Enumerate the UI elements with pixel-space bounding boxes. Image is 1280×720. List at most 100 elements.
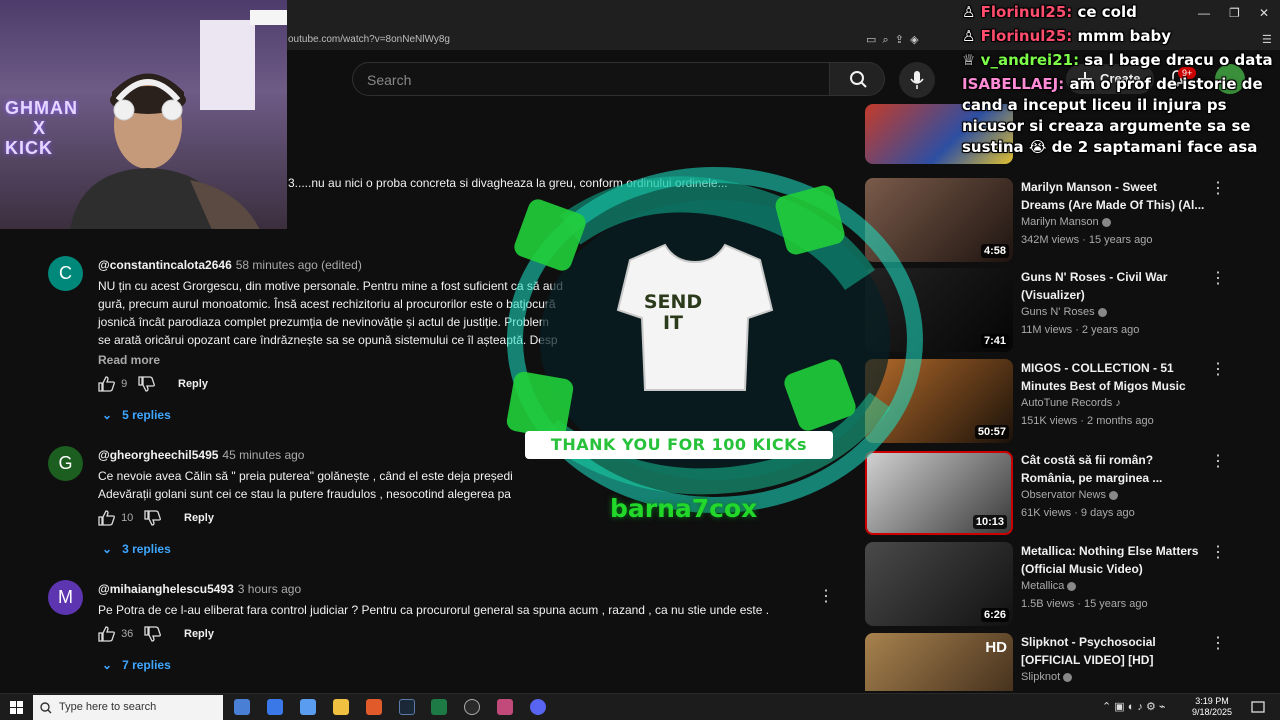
like-icon[interactable] (98, 376, 116, 392)
excel-icon[interactable] (431, 699, 447, 715)
like-count: 9 (121, 377, 128, 390)
video-meta: 151K views · 2 months ago (1021, 415, 1154, 427)
channel-name[interactable]: Metallica (1021, 580, 1077, 592)
reply-button[interactable]: Reply (184, 512, 214, 524)
like-count: 36 (121, 627, 134, 640)
user-icon: ♙ (962, 27, 981, 45)
channel-label: Metallica (1021, 580, 1065, 592)
avatar-initial: M (58, 587, 73, 607)
comment-time[interactable]: 58 minutes ago (edited) (236, 258, 362, 272)
search-button[interactable] (829, 62, 885, 96)
taskbar-clock[interactable]: 3:19 PM 9/18/2025 (1192, 696, 1232, 718)
recommended-video[interactable]: 6:26 Metallica: Nothing Else Matters (Off… (865, 542, 1270, 626)
comment-time[interactable]: 45 minutes ago (222, 448, 304, 462)
user-icon: ♙ (962, 3, 981, 21)
chat-message: ♙ Florinul25: mmm baby (962, 26, 1274, 47)
video-menu-icon[interactable]: ⋮ (1210, 178, 1226, 198)
view-replies-button[interactable]: ⌄ 3 replies (102, 542, 171, 556)
chevron-down-icon: ⌄ (102, 408, 123, 422)
video-thumbnail[interactable]: HD (865, 633, 1013, 691)
chat-message: ♕ v_andrei21: sa l bage dracu o data (962, 50, 1274, 71)
comment-avatar[interactable]: M (48, 580, 83, 615)
video-title[interactable]: Guns N' Roses - Civil War (Visualizer) (1021, 268, 1221, 304)
channel-name[interactable]: Observator News (1021, 489, 1118, 501)
video-duration: 10:13 (972, 515, 1007, 529)
video-menu-icon[interactable]: ⋮ (1210, 633, 1226, 653)
system-tray-icons[interactable]: ⌃ ▣ ◐ ♪ ⚙ ⌁ (1102, 700, 1166, 713)
search-icon (850, 71, 867, 88)
voice-search-button[interactable] (899, 62, 935, 98)
video-menu-icon[interactable]: ⋮ (1210, 359, 1226, 379)
dislike-icon[interactable] (144, 626, 162, 642)
verified-icon (1067, 581, 1077, 591)
browser-icon[interactable] (366, 699, 382, 715)
file-explorer-icon[interactable] (333, 699, 349, 715)
comment-menu-icon[interactable]: ⋮ (818, 586, 834, 606)
channel-name[interactable]: AutoTune Records ♪ (1021, 397, 1121, 409)
comment-avatar[interactable]: C (48, 256, 83, 291)
crown-icon: ♕ (962, 51, 981, 69)
title-line: Guns N' Roses - Civil War (1021, 270, 1168, 284)
notification-center-icon[interactable] (1251, 701, 1265, 714)
video-menu-icon[interactable]: ⋮ (1210, 542, 1226, 562)
video-menu-icon[interactable]: ⋮ (1210, 268, 1226, 288)
discord-icon[interactable] (530, 699, 546, 715)
dislike-icon[interactable] (138, 376, 156, 392)
video-title[interactable]: Marilyn Manson - Sweet Dreams (Are Made O… (1021, 178, 1221, 214)
chat-text: ce cold (1072, 3, 1137, 21)
like-icon[interactable] (98, 626, 116, 642)
screen: outube.com/watch?v=8onNeNlWy8g ▭ ⌕ ⇪ ◈ —… (0, 0, 1280, 720)
video-meta: 61K views · 9 days ago (1021, 507, 1135, 519)
video-menu-icon[interactable]: ⋮ (1210, 451, 1226, 471)
chat-username: Florinul25: (980, 27, 1073, 45)
view-replies-button[interactable]: ⌄ 7 replies (102, 658, 171, 672)
mic-icon (910, 71, 924, 89)
chat-message: ISABELLAEJ: am o prof de istorie de cand… (962, 74, 1274, 158)
app-icon[interactable] (497, 699, 513, 715)
shirt-text-line: SEND (643, 291, 703, 313)
title-line: Cât costă să fii român? (1021, 453, 1154, 467)
video-title[interactable]: MIGOS - COLLECTION - 51 Minutes Best of M… (1021, 359, 1221, 395)
dislike-icon[interactable] (144, 510, 162, 526)
avatar-initial: G (58, 453, 73, 473)
address-url[interactable]: outube.com/watch?v=8onNeNlWy8g (288, 34, 450, 45)
webcam-text-line: KICK (5, 138, 53, 158)
title-line: [OFFICIAL VIDEO] [HD] (1021, 653, 1154, 667)
search-input[interactable]: Search (352, 62, 830, 96)
app-icon[interactable] (300, 699, 316, 715)
comment-avatar[interactable]: G (48, 446, 83, 481)
video-thumbnail[interactable]: 6:26 (865, 542, 1013, 626)
clock-time: 3:19 PM (1195, 696, 1229, 706)
recommended-video[interactable]: HD Slipknot - Psychosocial [OFFICIAL VIDE… (865, 633, 1270, 691)
video-title[interactable]: Cât costă să fii român? România, pe margi… (1021, 451, 1221, 487)
copilot-icon[interactable] (267, 699, 283, 715)
search-icon (40, 702, 52, 714)
windows-start-icon[interactable] (10, 701, 24, 715)
comment-author[interactable]: @mihaianghelescu5493 (98, 582, 234, 596)
comment-author[interactable]: @gheorgheechil5495 (98, 448, 218, 462)
video-title[interactable]: Slipknot - Psychosocial [OFFICIAL VIDEO] … (1021, 633, 1221, 669)
logitech-icon[interactable] (464, 699, 480, 715)
clock-date: 9/18/2025 (1192, 707, 1233, 717)
alert-banner: THANK YOU FOR 100 KICKs (525, 431, 833, 459)
channel-name[interactable]: Guns N' Roses (1021, 306, 1107, 318)
title-line: România, pe marginea ... (1021, 471, 1163, 485)
like-icon[interactable] (98, 510, 116, 526)
comment-time[interactable]: 3 hours ago (238, 582, 301, 596)
view-replies-button[interactable]: ⌄ 5 replies (102, 408, 171, 422)
channel-name[interactable]: Marilyn Manson (1021, 216, 1111, 228)
channel-name[interactable]: Slipknot (1021, 671, 1073, 683)
comment-author[interactable]: @constantincalota2646 (98, 258, 232, 272)
webcam-text-line: GHMAN (5, 98, 78, 118)
reply-button[interactable]: Reply (178, 378, 208, 390)
browser-toolbar-icons[interactable]: ▭ ⌕ ⇪ ◈ (866, 33, 919, 47)
steam-icon[interactable] (399, 699, 415, 715)
channel-label: Marilyn Manson (1021, 216, 1099, 228)
task-view-icon[interactable] (234, 699, 250, 715)
title-line: MIGOS - COLLECTION - 51 (1021, 361, 1174, 375)
reply-button[interactable]: Reply (184, 628, 214, 640)
verified-icon (1101, 217, 1111, 227)
taskbar-search-input[interactable]: Type here to search (33, 695, 223, 720)
title-line: Slipknot - Psychosocial (1021, 635, 1156, 649)
video-title[interactable]: Metallica: Nothing Else Matters (Official… (1021, 542, 1221, 578)
